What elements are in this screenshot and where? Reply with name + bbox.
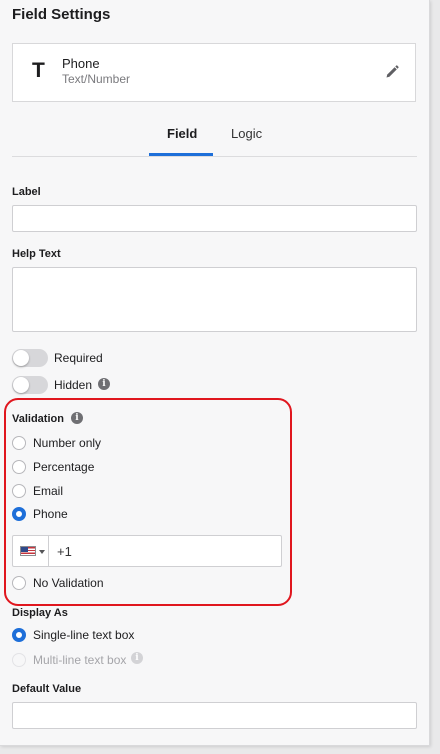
dial-code: +1	[57, 544, 72, 559]
hidden-label: Hidden	[54, 378, 93, 392]
panel-title: Field Settings	[12, 6, 111, 23]
radio-no-validation-label: No Validation	[33, 576, 104, 590]
default-value-input[interactable]	[12, 702, 417, 729]
phone-country-input[interactable]: +1	[12, 535, 282, 567]
hidden-toggle[interactable]	[12, 376, 48, 394]
hidden-info-icon[interactable]: i	[98, 378, 110, 390]
multi-line-info-icon: i	[131, 652, 143, 664]
radio-number-only-label: Number only	[33, 436, 102, 450]
us-flag-icon	[20, 546, 36, 556]
required-toggle[interactable]	[12, 349, 48, 367]
validation-heading: Validation	[12, 413, 64, 425]
field-card: T Phone Text/Number	[12, 43, 416, 102]
help-text-heading: Help Text	[12, 248, 61, 260]
radio-phone-label: Phone	[33, 507, 68, 521]
country-code-dropdown[interactable]	[13, 536, 49, 566]
tab-divider	[12, 156, 417, 157]
radio-email[interactable]	[12, 484, 26, 498]
radio-email-label: Email	[33, 484, 64, 498]
radio-no-validation[interactable]	[12, 576, 26, 590]
radio-percentage[interactable]	[12, 460, 26, 474]
label-heading: Label	[12, 186, 41, 198]
validation-highlight-outline	[4, 398, 292, 606]
pencil-icon[interactable]	[384, 64, 400, 80]
field-name: Phone	[62, 56, 100, 71]
tab-logic[interactable]: Logic	[231, 126, 262, 141]
default-value-heading: Default Value	[12, 683, 82, 695]
field-settings-panel: Field Settings T Phone Text/Number Field…	[0, 0, 430, 746]
help-text-input[interactable]	[12, 267, 417, 332]
radio-phone[interactable]	[12, 507, 26, 521]
validation-info-icon[interactable]: i	[71, 412, 83, 424]
label-input[interactable]	[12, 205, 417, 232]
caret-down-icon	[39, 550, 45, 554]
required-label: Required	[54, 351, 103, 365]
radio-multi-line-label: Multi-line text box	[33, 653, 127, 667]
radio-number-only[interactable]	[12, 436, 26, 450]
display-as-heading: Display As	[12, 607, 68, 619]
field-type-icon: T	[32, 59, 45, 82]
radio-single-line-label: Single-line text box	[33, 628, 135, 642]
field-type-label: Text/Number	[62, 72, 131, 86]
radio-percentage-label: Percentage	[33, 460, 95, 474]
radio-single-line[interactable]	[12, 628, 26, 642]
radio-multi-line	[12, 653, 26, 667]
tab-field[interactable]: Field	[167, 126, 197, 141]
